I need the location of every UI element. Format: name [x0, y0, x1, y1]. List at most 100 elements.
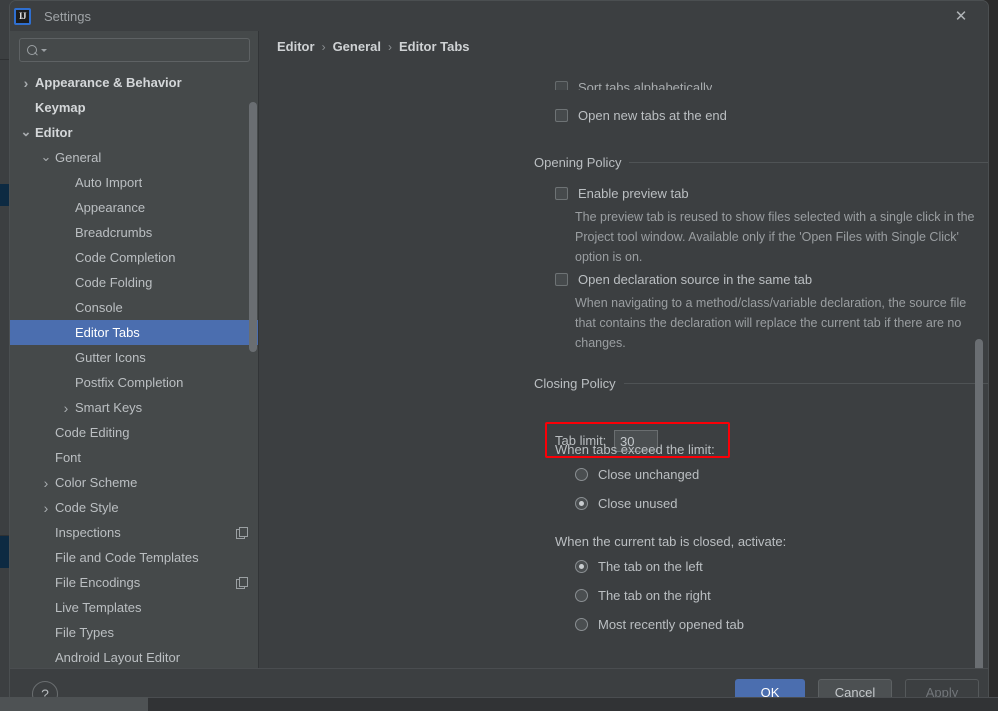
sidebar-item-postfix-completion[interactable]: Postfix Completion — [10, 370, 259, 395]
sidebar-item-file-types[interactable]: File Types — [10, 620, 259, 645]
radio-label: Close unused — [598, 496, 678, 511]
section-title: Closing Policy — [534, 376, 616, 391]
sidebar-item-label: Editor Tabs — [75, 325, 140, 340]
apply-button[interactable]: Apply — [905, 679, 979, 697]
sidebar-item-android-layout-editor[interactable]: Android Layout Editor — [10, 645, 259, 668]
settings-tree: › Appearance & Behavior Keymap ⌄ Editor ⌄ Gene… — [10, 70, 259, 668]
radio-row-close-unchanged[interactable]: Close unchanged — [575, 467, 699, 482]
sidebar-scrollbar[interactable] — [249, 102, 257, 352]
section-title: Opening Policy — [534, 155, 622, 170]
bg-accent-strip — [0, 536, 9, 568]
sidebar-item-code-editing[interactable]: Code Editing — [10, 420, 259, 445]
radio-row-close-unused[interactable]: Close unused — [575, 496, 678, 511]
radio-tab-on-left[interactable] — [575, 560, 588, 573]
sidebar-item-appearance-behavior[interactable]: › Appearance & Behavior — [10, 70, 259, 95]
radio-row-most-recently-opened-tab[interactable]: Most recently opened tab — [575, 617, 744, 632]
radio-label: Close unchanged — [598, 467, 700, 482]
radio-label: The tab on the left — [598, 559, 703, 574]
sidebar-item-auto-import[interactable]: Auto Import — [10, 170, 259, 195]
search-wrapper — [10, 31, 259, 62]
sidebar-item-label: Code Editing — [55, 425, 130, 440]
checkbox-open-declaration-same-tab[interactable] — [555, 273, 568, 286]
sidebar-item-file-and-code-templates[interactable]: File and Code Templates — [10, 545, 259, 570]
sidebar-item-gutter-icons[interactable]: Gutter Icons — [10, 345, 259, 370]
dialog-titlebar: IJ Settings ✕ — [10, 1, 988, 31]
radio-tab-on-right[interactable] — [575, 589, 588, 602]
radio-close-unused[interactable] — [575, 497, 588, 510]
breadcrumb-separator: › — [321, 39, 326, 54]
sidebar-item-label: Appearance & Behavior — [35, 75, 182, 90]
breadcrumb-item-general[interactable]: General — [333, 39, 381, 54]
copy-config-icon[interactable] — [236, 527, 248, 539]
sidebar-item-breadcrumbs[interactable]: Breadcrumbs — [10, 220, 259, 245]
radio-most-recently-opened-tab[interactable] — [575, 618, 588, 631]
cancel-button[interactable]: Cancel — [818, 679, 892, 697]
chevron-down-icon[interactable]: ⌄ — [40, 150, 52, 164]
close-icon[interactable]: ✕ — [944, 4, 978, 28]
sidebar-item-label: File and Code Templates — [55, 550, 199, 565]
sidebar-item-general[interactable]: ⌄ General — [10, 145, 259, 170]
section-header-closing-policy: Closing Policy — [534, 376, 988, 391]
checkbox-row-enable-preview-tab[interactable]: Enable preview tab — [555, 186, 689, 201]
sidebar-item-editor-tabs[interactable]: Editor Tabs — [10, 320, 259, 345]
bg-status-bar — [0, 697, 998, 711]
breadcrumb-item-editor[interactable]: Editor — [277, 39, 315, 54]
sidebar-item-label: File Encodings — [55, 575, 141, 590]
sidebar-item-code-folding[interactable]: Code Folding — [10, 270, 259, 295]
dialog-body: › Appearance & Behavior Keymap ⌄ Editor ⌄ Gene… — [10, 31, 988, 668]
chevron-right-icon[interactable]: › — [40, 500, 52, 516]
sidebar-item-label: Code Folding — [75, 275, 153, 290]
section-rule — [623, 383, 988, 384]
sidebar-item-label: Breadcrumbs — [75, 225, 153, 240]
radio-label: Most recently opened tab — [598, 617, 744, 632]
checkbox-open-new-tabs-at-end[interactable] — [555, 109, 568, 122]
copy-config-icon[interactable] — [236, 577, 248, 589]
sidebar-item-file-encodings[interactable]: File Encodings — [10, 570, 259, 595]
description-open-declaration-same-tab: When navigating to a method/class/variab… — [575, 296, 967, 350]
sidebar-item-label: General — [55, 150, 102, 165]
sidebar-item-editor[interactable]: ⌄ Editor — [10, 120, 259, 145]
chevron-down-icon[interactable]: ⌄ — [20, 125, 32, 139]
sidebar-item-smart-keys[interactable]: › Smart Keys — [10, 395, 259, 420]
radio-close-unchanged[interactable] — [575, 468, 588, 481]
checkbox-enable-preview-tab[interactable] — [555, 187, 568, 200]
radio-row-tab-on-left[interactable]: The tab on the left — [575, 559, 703, 574]
ok-button[interactable]: OK — [735, 679, 805, 697]
sidebar-item-code-style[interactable]: › Code Style — [10, 495, 259, 520]
sidebar-item-label: Auto Import — [75, 175, 143, 190]
section-header-opening-policy: Opening Policy — [534, 155, 988, 170]
sidebar-item-keymap[interactable]: Keymap — [10, 95, 259, 120]
help-icon[interactable]: ? — [32, 681, 58, 697]
sidebar-item-label: Keymap — [35, 100, 86, 115]
sidebar-item-inspections[interactable]: Inspections — [10, 520, 259, 545]
sidebar-item-label: File Types — [55, 625, 115, 640]
dialog-footer: ? OK Cancel Apply CSDN @青柚~ — [10, 668, 988, 697]
radio-label: The tab on the right — [598, 588, 711, 603]
sidebar-item-label: Live Templates — [55, 600, 142, 615]
search-input[interactable] — [19, 38, 250, 62]
checkbox-sort-tabs-alphabetically[interactable] — [555, 81, 568, 90]
sidebar-item-font[interactable]: Font — [10, 445, 259, 470]
sidebar-item-label: Editor — [35, 125, 73, 140]
sidebar-item-console[interactable]: Console — [10, 295, 259, 320]
chevron-down-icon — [41, 48, 47, 52]
chevron-right-icon[interactable]: › — [60, 400, 72, 416]
settings-scroll-pane: Sort tabs alphabetically Open new tabs a… — [259, 59, 988, 668]
breadcrumb: Editor › General › Editor Tabs — [277, 39, 470, 54]
sidebar-item-label: Android Layout Editor — [55, 650, 181, 665]
sidebar-item-appearance[interactable]: Appearance — [10, 195, 259, 220]
settings-content: Editor › General › Editor Tabs Sort tabs… — [259, 31, 988, 668]
radio-row-tab-on-right[interactable]: The tab on the right — [575, 588, 711, 603]
sidebar-item-live-templates[interactable]: Live Templates — [10, 595, 259, 620]
checkbox-label: Sort tabs alphabetically — [578, 80, 713, 90]
breadcrumb-separator: › — [387, 39, 392, 54]
sidebar-item-label: Smart Keys — [75, 400, 143, 415]
chevron-right-icon[interactable]: › — [40, 475, 52, 491]
content-scrollbar[interactable] — [975, 339, 983, 668]
sidebar-item-color-scheme[interactable]: › Color Scheme — [10, 470, 259, 495]
checkbox-row-open-new-tabs-at-end[interactable]: Open new tabs at the end — [555, 108, 727, 123]
chevron-right-icon[interactable]: › — [20, 75, 32, 91]
checkbox-row-sort-tabs-alphabetically[interactable]: Sort tabs alphabetically — [555, 80, 712, 90]
checkbox-row-open-declaration-same-tab[interactable]: Open declaration source in the same tab — [555, 272, 812, 287]
sidebar-item-code-completion[interactable]: Code Completion — [10, 245, 259, 270]
